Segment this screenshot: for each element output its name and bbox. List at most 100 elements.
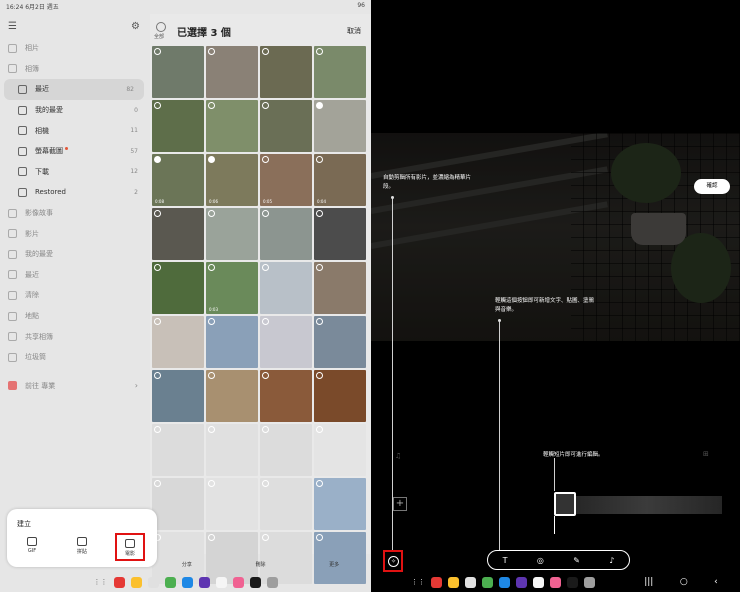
sidebar-item[interactable]: 螢幕截圖 57 [0,141,148,162]
select-checkbox[interactable] [154,102,161,109]
select-checkbox[interactable] [208,426,215,433]
photo-thumbnail[interactable] [260,46,312,98]
home-icon[interactable]: ○ [680,577,688,587]
select-checkbox[interactable] [262,426,269,433]
sidebar-item[interactable]: 最近 [0,265,148,286]
photo-thumbnail[interactable] [314,316,366,368]
select-checkbox[interactable] [316,156,323,163]
app-icon[interactable] [584,576,595,588]
select-checkbox[interactable] [262,480,269,487]
create-collage-button[interactable]: 拼貼 [67,533,97,561]
photo-thumbnail[interactable] [314,478,366,530]
select-checkbox[interactable] [208,534,215,541]
create-movie-button[interactable]: 電影 [115,533,145,561]
sidebar-item[interactable]: 相片 [0,38,148,59]
select-checkbox[interactable] [316,48,323,55]
select-checkbox[interactable] [208,480,215,487]
music-tool-icon[interactable]: ♪ [609,556,614,565]
select-checkbox[interactable] [208,210,215,217]
add-clip-button[interactable]: + [393,497,407,511]
photo-thumbnail[interactable] [260,316,312,368]
app-icon[interactable] [266,576,278,588]
photo-thumbnail[interactable] [314,262,366,314]
select-checkbox[interactable] [316,426,323,433]
clip-timeline[interactable] [572,496,722,514]
photo-thumbnail[interactable] [206,370,258,422]
sidebar-item[interactable]: 下載 12 [0,162,148,183]
select-checkbox[interactable] [154,480,161,487]
photo-thumbnail[interactable] [152,262,204,314]
sidebar-item[interactable]: 影像故事 [0,203,148,224]
photo-thumbnail[interactable] [152,424,204,476]
sidebar-item[interactable]: 相機 11 [0,120,148,141]
photo-thumbnail[interactable]: 0:03 [206,262,258,314]
select-checkbox[interactable] [316,102,323,109]
app-icon[interactable] [465,576,476,588]
sidebar-item[interactable]: 垃圾筒 [0,347,148,368]
photo-thumbnail[interactable] [314,46,366,98]
recents-icon[interactable]: ||| [644,577,653,587]
photo-thumbnail[interactable] [206,208,258,260]
select-checkbox[interactable] [262,48,269,55]
sticker-tool-icon[interactable]: ◎ [537,556,544,565]
select-checkbox[interactable] [154,156,161,163]
select-checkbox[interactable] [316,210,323,217]
select-checkbox[interactable] [316,264,323,271]
app-icon[interactable] [232,576,244,588]
photo-thumbnail[interactable] [152,100,204,152]
sidebar-item[interactable]: 前往 專業 › [0,376,148,397]
select-checkbox[interactable] [154,318,161,325]
photo-thumbnail[interactable] [260,370,312,422]
select-checkbox[interactable] [262,210,269,217]
app-icon[interactable] [516,576,527,588]
select-checkbox[interactable] [262,534,269,541]
app-icon[interactable] [499,576,510,588]
select-checkbox[interactable] [316,372,323,379]
select-checkbox[interactable] [208,372,215,379]
select-checkbox[interactable] [208,102,215,109]
app-icon[interactable] [181,576,193,588]
photo-thumbnail[interactable] [206,100,258,152]
more-button[interactable]: 更多 [329,561,339,568]
photo-thumbnail[interactable] [260,100,312,152]
app-icon[interactable] [249,576,261,588]
sidebar-item[interactable]: 影片 [0,223,148,244]
select-checkbox[interactable] [154,426,161,433]
photo-thumbnail[interactable] [314,424,366,476]
photo-thumbnail[interactable] [314,208,366,260]
photo-thumbnail[interactable] [260,262,312,314]
select-checkbox[interactable] [316,480,323,487]
select-checkbox[interactable] [208,264,215,271]
select-checkbox[interactable] [262,102,269,109]
app-icon[interactable] [198,576,210,588]
cancel-button[interactable]: 取消 [347,26,361,36]
select-checkbox[interactable] [262,372,269,379]
photo-thumbnail[interactable] [152,478,204,530]
selected-clip[interactable] [554,492,576,516]
select-checkbox[interactable] [316,318,323,325]
sidebar-item[interactable]: 我的最愛 [0,244,148,265]
sidebar-item[interactable]: 共享相簿 [0,326,148,347]
app-icon[interactable] [113,576,125,588]
photo-thumbnail[interactable] [152,316,204,368]
settings-gear-icon[interactable]: ⚙ [131,21,140,32]
select-checkbox[interactable] [208,48,215,55]
text-tool-icon[interactable]: T [503,556,508,565]
photo-thumbnail[interactable]: 0:06 [206,154,258,206]
photo-thumbnail[interactable] [314,370,366,422]
app-icon[interactable] [147,576,159,588]
photo-thumbnail[interactable] [152,208,204,260]
menu-icon[interactable]: ☰ [8,21,17,32]
photo-thumbnail[interactable] [260,208,312,260]
select-checkbox[interactable] [262,318,269,325]
sidebar-item[interactable]: Restored 2 [0,182,148,203]
photo-thumbnail[interactable] [206,478,258,530]
select-checkbox[interactable] [208,156,215,163]
select-checkbox[interactable] [154,372,161,379]
photo-thumbnail[interactable] [260,424,312,476]
select-checkbox[interactable] [262,156,269,163]
back-icon[interactable]: ‹ [714,577,718,587]
photo-thumbnail[interactable] [206,46,258,98]
app-icon[interactable] [130,576,142,588]
fullscreen-icon[interactable]: ⊞ [703,450,709,458]
